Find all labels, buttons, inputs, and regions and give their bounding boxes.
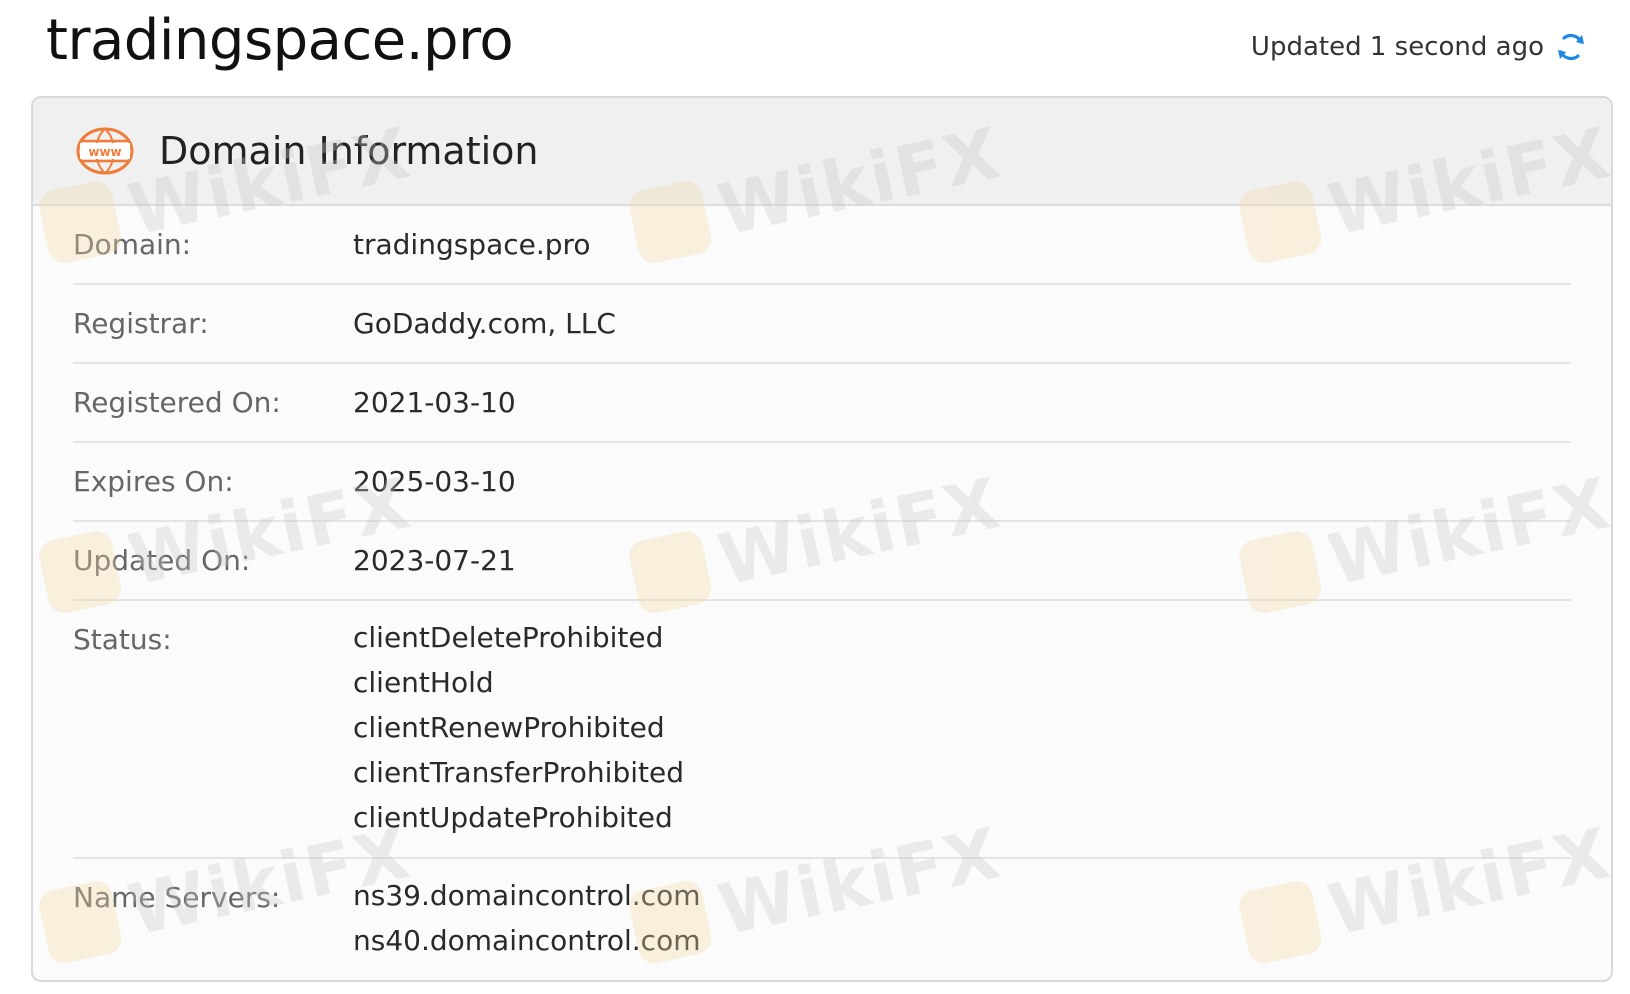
name-server-list: ns39.domaincontrol.com ns40.domaincontro…	[353, 859, 700, 979]
row-registrar: Registrar: GoDaddy.com, LLC	[73, 285, 1571, 364]
row-domain: Domain: tradingspace.pro	[73, 206, 1571, 285]
card-title: Domain Information	[159, 129, 539, 173]
refresh-icon[interactable]	[1554, 30, 1588, 64]
row-label: Registrar:	[73, 307, 209, 340]
status-item: clientTransferProhibited	[353, 756, 684, 789]
row-label: Updated On:	[73, 544, 251, 577]
www-globe-icon: www	[76, 127, 134, 175]
row-updated-on: Updated On: 2023-07-21	[73, 522, 1571, 601]
info-rows: Domain: tradingspace.pro Registrar: GoDa…	[33, 206, 1611, 979]
name-server-item: ns39.domaincontrol.com	[353, 879, 701, 912]
domain-info-card: www Domain Information Domain: tradingsp…	[31, 96, 1613, 982]
row-label: Domain:	[73, 228, 192, 261]
row-expires-on: Expires On: 2025-03-10	[73, 443, 1571, 522]
status-item: clientDeleteProhibited	[353, 621, 664, 654]
row-registered-on: Registered On: 2021-03-10	[73, 364, 1571, 443]
status-item: clientRenewProhibited	[353, 711, 665, 744]
row-value: GoDaddy.com, LLC	[353, 307, 616, 340]
row-value: tradingspace.pro	[353, 228, 591, 261]
row-status: Status: clientDeleteProhibited clientHol…	[73, 601, 1571, 859]
card-header: www Domain Information	[33, 98, 1611, 206]
row-value: 2023-07-21	[353, 544, 516, 577]
row-label: Expires On:	[73, 465, 234, 498]
row-name-servers: Name Servers: ns39.domaincontrol.com ns4…	[73, 859, 1571, 979]
row-label: Registered On:	[73, 386, 281, 419]
updated-text: Updated 1 second ago	[1250, 32, 1544, 62]
name-server-item: ns40.domaincontrol.com	[353, 924, 701, 957]
update-status: Updated 1 second ago	[1251, 30, 1588, 64]
row-value: 2025-03-10	[353, 465, 516, 498]
status-item: clientUpdateProhibited	[353, 801, 673, 834]
row-label: Status:	[73, 623, 172, 656]
row-label: Name Servers:	[73, 881, 281, 914]
status-item: clientHold	[353, 666, 494, 699]
svg-text:www: www	[88, 145, 121, 159]
page-title: tradingspace.pro	[46, 8, 514, 73]
row-value: 2021-03-10	[353, 386, 516, 419]
status-list: clientDeleteProhibited clientHold client…	[353, 601, 684, 857]
